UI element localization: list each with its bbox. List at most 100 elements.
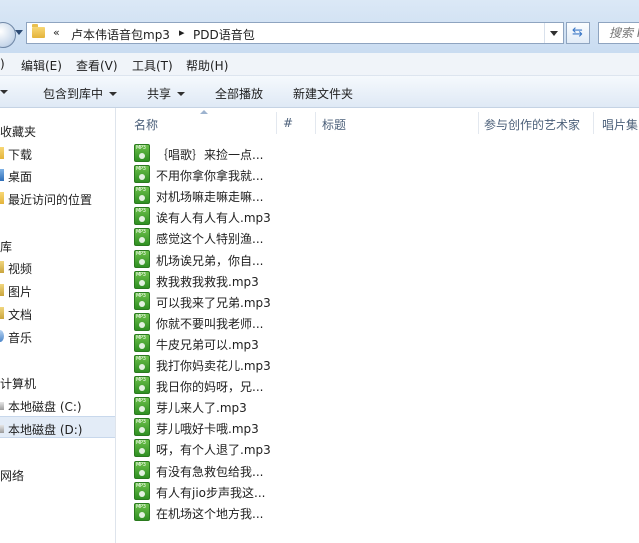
file-row[interactable]: 机场诶兄弟，你自... xyxy=(134,249,284,270)
nav-computer-header[interactable]: 计算机 xyxy=(0,371,115,393)
file-row[interactable]: 感觉这个人特别渔... xyxy=(134,227,284,248)
menu-tools[interactable]: 工具(T) xyxy=(132,57,173,74)
file-name: 呀，有个人退了.mp3 xyxy=(156,443,271,458)
mp3-file-icon xyxy=(134,249,150,268)
mp3-file-icon xyxy=(134,228,150,247)
address-overflow-chevron[interactable]: « xyxy=(53,26,60,39)
nav-item-downloads[interactable]: 下载 xyxy=(0,142,115,164)
nav-item-videos[interactable]: 视频 xyxy=(0,256,115,278)
nav-item-music[interactable]: 音乐 xyxy=(0,325,115,347)
file-name: 可以我来了兄弟.mp3 xyxy=(156,295,271,310)
file-name: 牛皮兄弟可以.mp3 xyxy=(156,337,259,352)
file-row[interactable]: 芽儿来人了.mp3 xyxy=(134,396,284,417)
file-name: 你就不要叫我老师... xyxy=(156,316,264,331)
mp3-file-icon xyxy=(134,270,150,289)
share-label: 共享 xyxy=(147,87,172,101)
file-name: 机场诶兄弟，你自... xyxy=(156,253,264,268)
chevron-down-icon xyxy=(109,92,118,96)
nav-network-header[interactable]: 网络 xyxy=(0,463,115,485)
column-header-name[interactable]: 名称 xyxy=(116,108,276,136)
nav-item-desktop[interactable]: 桌面 xyxy=(0,164,115,186)
file-row[interactable]: 我日你的妈呀，兄... xyxy=(134,375,284,396)
file-row[interactable]: 呀，有个人退了.mp3 xyxy=(134,438,284,459)
folder-icon xyxy=(32,24,45,38)
file-row[interactable]: 诶有人有人有人.mp3 xyxy=(134,206,284,227)
nav-item-drive-d[interactable]: 本地磁盘 (D:) xyxy=(0,416,115,438)
nav-item-documents[interactable]: 文档 xyxy=(0,302,115,324)
new-folder-button[interactable]: 新建文件夹 xyxy=(293,85,353,102)
refresh-button[interactable]: ⇆ xyxy=(566,22,590,44)
download-folder-icon xyxy=(0,147,4,159)
local-disk-icon xyxy=(0,402,4,410)
address-field[interactable]: « 卢本伟语音包mp3 ▸ PDD语音包 xyxy=(26,22,564,44)
file-row[interactable]: 牛皮兄弟可以.mp3 xyxy=(134,333,284,354)
nav-libraries-header[interactable]: 库 xyxy=(0,234,115,256)
file-row[interactable]: 你就不要叫我老师... xyxy=(134,312,284,333)
file-row[interactable]: 在机场这个地方我... xyxy=(134,502,284,523)
file-row[interactable]: 救我救我救我.mp3 xyxy=(134,270,284,291)
mp3-file-icon xyxy=(134,144,150,162)
organize-dropdown-icon[interactable] xyxy=(0,90,8,94)
file-row[interactable]: 我打你妈卖花儿.mp3 xyxy=(134,354,284,375)
column-header-number[interactable]: # xyxy=(277,108,315,136)
recent-places-icon xyxy=(0,192,4,204)
recent-pages-dropdown-icon[interactable] xyxy=(15,30,23,35)
include-in-library-label: 包含到库中 xyxy=(43,87,104,101)
file-name: 有没有急救包给我... xyxy=(156,464,264,479)
mp3-file-icon xyxy=(134,333,150,352)
desktop-icon xyxy=(0,169,4,181)
menu-view[interactable]: 查看(V) xyxy=(76,57,118,74)
address-bar-area: « 卢本伟语音包mp3 ▸ PDD语音包 ⇆ xyxy=(0,0,639,53)
local-disk-icon xyxy=(0,425,4,433)
include-in-library-button[interactable]: 包含到库中 xyxy=(43,85,118,102)
file-row[interactable]: 对机场嘛走嘛走嘛... xyxy=(134,185,284,206)
file-name: 我打你妈卖花儿.mp3 xyxy=(156,359,271,373)
breadcrumb-pdd[interactable]: PDD语音包 xyxy=(193,26,255,43)
file-row[interactable]: 可以我来了兄弟.mp3 xyxy=(134,291,284,312)
column-header-album[interactable]: 唱片集 xyxy=(594,108,639,136)
menu-edit[interactable]: 编辑(E) xyxy=(21,57,62,74)
file-row[interactable]: ｛唱歌｝来捡一点... xyxy=(134,143,284,164)
breadcrumb-lubenwei[interactable]: 卢本伟语音包mp3 xyxy=(71,26,170,43)
mp3-file-icon xyxy=(134,207,150,226)
nav-item-recent-places[interactable]: 最近访问的位置 xyxy=(0,187,115,209)
chevron-down-icon xyxy=(177,92,186,96)
nav-favorites-header[interactable]: 收藏夹 xyxy=(0,119,115,141)
refresh-icon: ⇆ xyxy=(572,25,583,40)
file-row[interactable]: 有人有jio步声我这... xyxy=(134,481,284,502)
mp3-file-icon xyxy=(134,418,150,437)
back-button[interactable] xyxy=(0,22,16,48)
command-bar: 包含到库中 共享 全部播放 新建文件夹 xyxy=(0,76,639,108)
file-name: 有人有jio步声我这... xyxy=(156,485,266,500)
menu-help[interactable]: 帮助(H) xyxy=(186,57,228,74)
file-name: 芽儿来人了.mp3 xyxy=(156,401,247,416)
file-list-pane: 名称 # 标题 参与创作的艺术家 唱片集 ｛唱歌｝来捡一点... 不用你拿你拿我就… xyxy=(116,108,639,543)
document-library-icon xyxy=(0,307,4,319)
mp3-file-icon xyxy=(134,481,150,500)
column-header-artist[interactable]: 参与创作的艺术家 xyxy=(479,108,593,136)
address-dropdown-button[interactable] xyxy=(544,23,563,43)
picture-library-icon xyxy=(0,284,4,296)
mp3-file-icon xyxy=(134,355,150,373)
mp3-file-icon xyxy=(134,439,150,458)
menu-bar: ) 编辑(E) 查看(V) 工具(T) 帮助(H) xyxy=(0,53,639,76)
search-box[interactable] xyxy=(598,22,639,44)
play-all-button[interactable]: 全部播放 xyxy=(215,85,263,102)
column-header-title[interactable]: 标题 xyxy=(316,108,478,136)
file-name: 芽儿哦好卡哦.mp3 xyxy=(156,422,259,437)
mp3-file-icon xyxy=(134,460,150,479)
search-input[interactable] xyxy=(599,23,639,43)
mp3-file-icon xyxy=(134,397,150,416)
mp3-file-icon xyxy=(134,291,150,310)
file-row[interactable]: 不用你拿你拿我就... xyxy=(134,164,284,185)
file-row[interactable]: 有没有急救包给我... xyxy=(134,460,284,481)
file-row[interactable]: 芽儿哦好卡哦.mp3 xyxy=(134,417,284,438)
nav-item-drive-c[interactable]: 本地磁盘 (C:) xyxy=(0,394,115,416)
breadcrumb-separator-icon[interactable]: ▸ xyxy=(179,26,185,39)
file-name: 我日你的妈呀，兄... xyxy=(156,380,264,395)
menu-file[interactable]: ) xyxy=(0,57,5,71)
share-button[interactable]: 共享 xyxy=(147,85,186,102)
mp3-file-icon xyxy=(134,186,150,205)
nav-item-pictures[interactable]: 图片 xyxy=(0,279,115,301)
music-library-icon xyxy=(0,330,4,342)
